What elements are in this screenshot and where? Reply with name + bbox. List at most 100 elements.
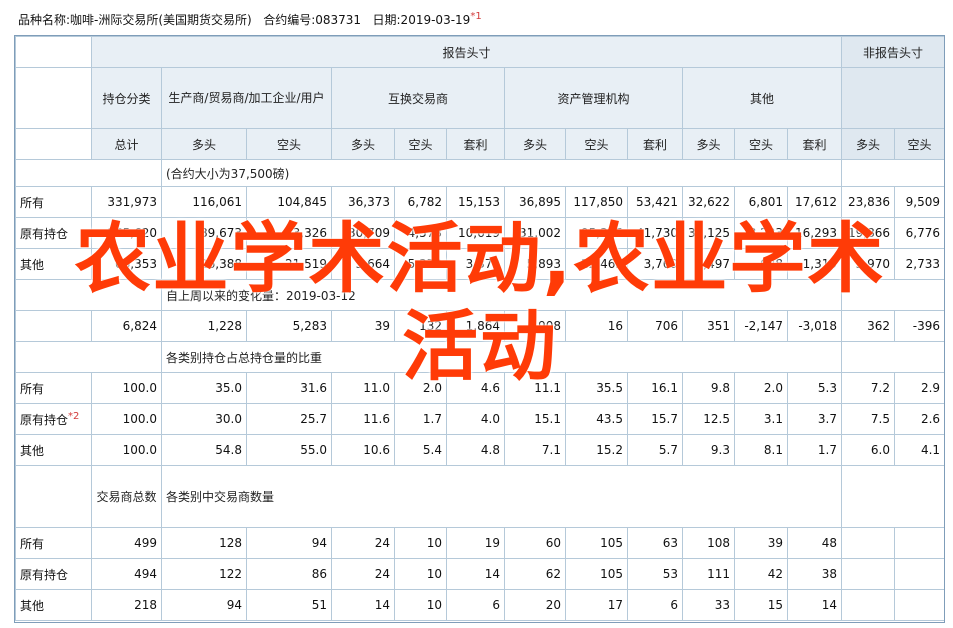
traders-cell: 122 <box>161 558 247 590</box>
percent-cell: 7.2 <box>841 372 896 404</box>
note-spacer-right <box>841 279 944 311</box>
positions-section: 所有 331,973 116,061 104,845 36,373 6,782 15,153… <box>15 186 944 280</box>
positions-cell: 30,709 <box>331 217 395 249</box>
percent-cell: 25.7 <box>246 403 332 435</box>
percent-cell: 4.1 <box>894 434 944 466</box>
positions-cell: 5,370 <box>394 248 447 280</box>
traders-row-label: 所有 <box>15 527 92 559</box>
swap-spread-subheader: 套利 <box>446 128 505 160</box>
traders-cell: 19 <box>446 527 505 559</box>
traders-row: 所有 499 128 94 24 10 19 60 105 63 108 39 48 <box>15 527 944 559</box>
positions-cell: 36,373 <box>331 186 395 218</box>
traders-cell: 494 <box>91 558 162 590</box>
nonreported-positions-header: 非报告头寸 <box>841 36 944 68</box>
positions-cell: 3,970 <box>841 248 896 280</box>
percent-cell: 6.0 <box>841 434 896 466</box>
percent-cell: 2.6 <box>894 403 944 435</box>
other-long-subheader: 多头 <box>682 128 735 160</box>
positions-cell: 331,973 <box>91 186 162 218</box>
contract-code-label: 合约编号:083731 <box>263 13 362 27</box>
traders-cell <box>894 589 944 621</box>
note-spacer-right <box>841 465 944 528</box>
traders-row: 原有持仓 494 122 86 24 10 14 62 105 53 111 42 38 <box>15 558 944 590</box>
reported-positions-header: 报告头寸 <box>90 36 843 68</box>
percent-cell: 9.8 <box>682 372 735 404</box>
traders-cell: 53 <box>627 558 683 590</box>
positions-cell: 104,845 <box>246 186 332 218</box>
traders-cell: 24 <box>331 527 395 559</box>
positions-cell: 21,519 <box>246 248 332 280</box>
positions-row: 其他 66,353 26,388 21,519 5,664 5,370 3,372 5,893… <box>15 248 944 280</box>
traders-cell: 14 <box>446 558 505 590</box>
percent-cell: 5.7 <box>627 434 683 466</box>
change-note-row: 自上周以来的变化量：2019-03-12 <box>15 279 944 311</box>
percent-cell: 2.0 <box>734 372 788 404</box>
change-cell: 908 <box>504 310 566 342</box>
percent-cell: 16.1 <box>627 372 683 404</box>
positions-cell: 83,326 <box>246 217 332 249</box>
header-row-1: 报告头寸 非报告头寸 <box>15 36 944 68</box>
traders-cell: 48 <box>786 527 843 559</box>
positions-cell: 3,372 <box>446 248 505 280</box>
percent-cell: 10.6 <box>331 434 395 466</box>
change-cell: 6,824 <box>91 310 162 342</box>
contract-size-note: (合约大小为37,500磅) <box>160 159 843 187</box>
percent-cell: 55.0 <box>246 434 332 466</box>
change-cell: 5,283 <box>246 310 332 342</box>
other-reportables-header: 其他 <box>681 67 843 129</box>
percents-section: 所有 100.0 35.0 31.6 11.0 2.0 4.6 11.1 35.5 16.1 9.8… <box>15 372 944 466</box>
footnote-2-link[interactable]: *2 <box>68 411 79 422</box>
traders-cell: 111 <box>682 558 735 590</box>
traders-row-label: 其他 <box>15 589 92 621</box>
total-traders-header: 交易商总数 <box>91 465 162 528</box>
positions-cell: 5,664 <box>331 248 395 280</box>
footnote-1-link[interactable]: *1 <box>470 11 481 22</box>
change-cell: 362 <box>841 310 896 342</box>
percent-cell: 7.5 <box>841 403 896 435</box>
note-spacer-right <box>841 341 944 373</box>
percent-cell: 43.5 <box>565 403 628 435</box>
percent-cell: 11.1 <box>504 372 566 404</box>
change-cell: -3,018 <box>786 310 843 342</box>
positions-cell: 89,673 <box>161 217 247 249</box>
traders-section: 所有 499 128 94 24 10 19 60 105 63 108 39 48 原有持仓 494 122… <box>15 527 944 621</box>
positions-cell: 6,776 <box>894 217 944 249</box>
positions-cell: 31,002 <box>504 217 566 249</box>
managed-long-subheader: 多头 <box>504 128 566 160</box>
positions-cell: 22,465 <box>565 248 628 280</box>
change-cell: 16 <box>565 310 628 342</box>
percent-row-label: 原有持仓*2 <box>15 403 92 435</box>
traders-cell: 15 <box>734 589 788 621</box>
category-header: 持仓分类 <box>91 67 162 129</box>
contract-size-note-row: (合约大小为37,500磅) <box>15 159 944 187</box>
percent-cell: 11.0 <box>331 372 395 404</box>
positions-cell: 19,866 <box>841 217 896 249</box>
positions-cell: 3,769 <box>627 248 683 280</box>
percent-cell: 2.9 <box>894 372 944 404</box>
percent-row-label: 其他 <box>15 434 92 466</box>
nonreported-blank-header <box>841 67 944 129</box>
positions-cell: 32,622 <box>682 186 735 218</box>
positions-cell: 17,612 <box>786 186 843 218</box>
traders-cell: 105 <box>565 527 628 559</box>
cot-report-table-frame: 报告头寸 非报告头寸 持仓分类 生产商/贸易商/加工企业/用户 互换交易商 资产… <box>14 35 945 623</box>
traders-cell: 33 <box>682 589 735 621</box>
note-spacer <box>15 465 92 528</box>
traders-cell: 51 <box>246 589 332 621</box>
changes-row: 6,824 1,228 5,283 39 132 1,864 908 16 706 351 -2,1… <box>15 310 944 342</box>
traders-cell: 63 <box>627 527 683 559</box>
positions-cell: 4,573 <box>394 217 447 249</box>
percent-cell: 100.0 <box>91 372 162 404</box>
percent-cell: 30.0 <box>161 403 247 435</box>
traders-cell: 10 <box>394 558 447 590</box>
positions-cell: 5,893 <box>504 248 566 280</box>
percent-row: 其他 100.0 54.8 55.0 10.6 5.4 4.8 7.1 15.2 5.7 9.3 8.… <box>15 434 944 466</box>
swap-long-subheader: 多头 <box>331 128 395 160</box>
traders-cell: 94 <box>246 527 332 559</box>
change-cell: 706 <box>627 310 683 342</box>
change-cell: 1,228 <box>161 310 247 342</box>
changes-row-label <box>15 310 92 342</box>
traders-per-category-note: 各类别中交易商数量 <box>160 465 843 528</box>
positions-cell: 53,421 <box>627 186 683 218</box>
traders-cell: 17 <box>565 589 628 621</box>
